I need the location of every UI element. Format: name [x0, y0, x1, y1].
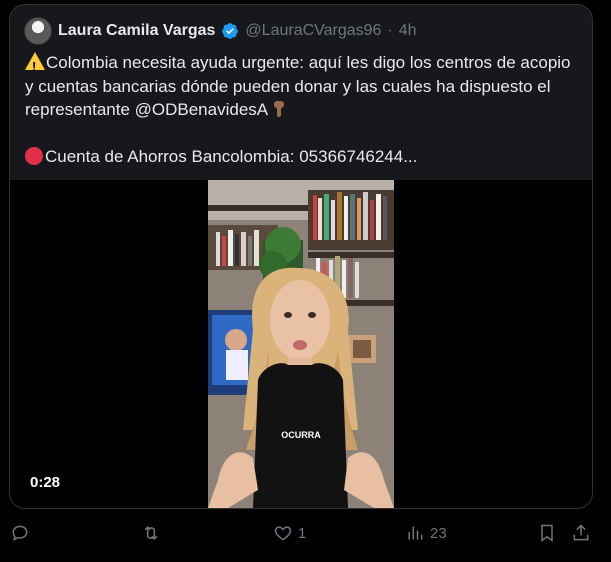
author-handle[interactable]: @LauraCVargas96 — [245, 22, 381, 40]
author-name[interactable]: Laura Camila Vargas — [58, 22, 215, 40]
video-thumbnail[interactable]: OCURRA — [208, 180, 394, 508]
retweet-icon — [144, 526, 158, 540]
separator-dot: · — [387, 22, 393, 39]
tweet-time[interactable]: 4h — [399, 22, 417, 40]
share-button[interactable] — [571, 518, 591, 548]
views-count: 23 — [430, 524, 447, 542]
warning-emoji-icon — [25, 52, 45, 79]
tweet-actions-bar: 1 23 — [0, 518, 611, 548]
bookmark-button[interactable] — [537, 518, 557, 548]
reply-icon — [12, 525, 28, 542]
share-icon — [573, 524, 589, 541]
video-duration: 0:28 — [30, 474, 61, 491]
reply-button[interactable] — [10, 518, 35, 548]
heart-icon — [274, 526, 292, 541]
red-circle-emoji-icon — [25, 146, 43, 165]
retweet-button[interactable] — [141, 518, 166, 548]
tweet-header: Laura Camila Vargas @LauraCVargas96 · 4h — [24, 17, 417, 45]
quoted-tweet-card[interactable]: Laura Camila Vargas @LauraCVargas96 · 4h… — [9, 4, 593, 509]
like-count: 1 — [298, 524, 307, 542]
bookmark-icon — [541, 524, 553, 542]
views-bar-chart-icon — [408, 526, 423, 540]
video-frame-image: OCURRA — [208, 180, 394, 508]
views-button[interactable]: 23 — [405, 518, 447, 548]
tweet-text-line2: Cuenta de Ahorros Bancolombia: 053667462… — [45, 146, 418, 166]
tweet-text-line1: Colombia necesita ayuda urgente: aquí le… — [25, 53, 571, 119]
avatar[interactable] — [24, 17, 52, 45]
verified-badge-icon — [222, 23, 239, 39]
tweet-text: Colombia necesita ayuda urgente: aquí le… — [25, 51, 580, 168]
like-button[interactable]: 1 — [273, 518, 306, 548]
pointing-down-emoji-icon — [274, 101, 285, 117]
video-caption: OCURRA — [281, 430, 321, 440]
video-player[interactable]: OCURRA 0:28 — [10, 180, 592, 508]
